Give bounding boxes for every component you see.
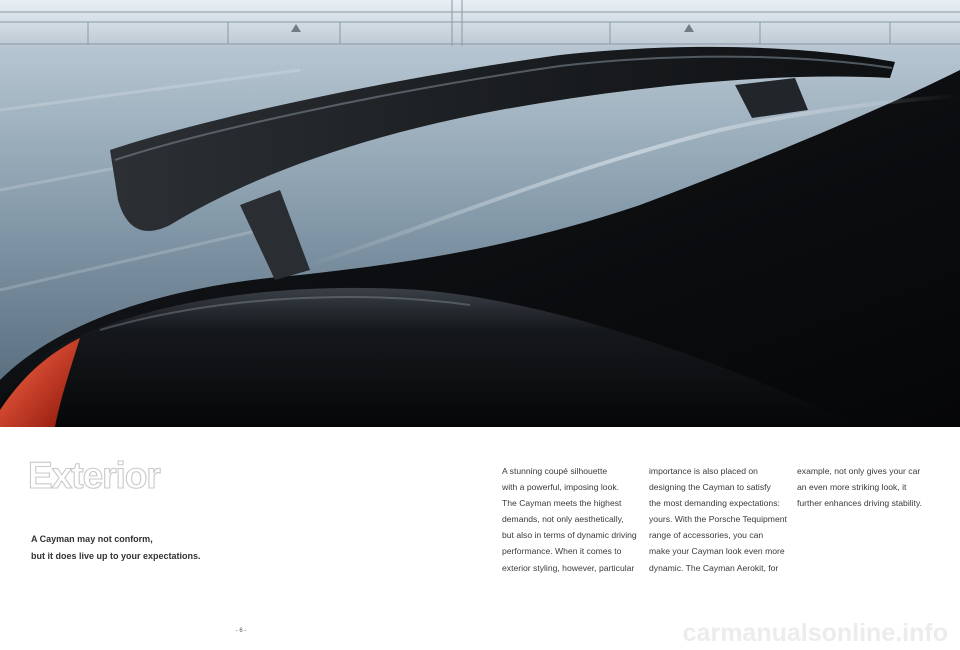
text-line: range of accessories, you can <box>649 530 764 541</box>
body-column-1: A stunning coupé silhouette with a power… <box>502 463 647 576</box>
hangar-wall <box>0 0 960 50</box>
text-line: demands, not only aesthetically, <box>502 514 624 525</box>
tagline: A Cayman may not conform, but it does li… <box>31 531 201 565</box>
text-line: the most demanding expectations: <box>649 498 780 509</box>
tagline-line-1: A Cayman may not conform, <box>31 534 153 544</box>
text-line: A stunning coupé silhouette <box>502 466 608 476</box>
text-line: make your Cayman look even more <box>649 546 785 557</box>
text-line: example, not only gives your car <box>797 466 921 476</box>
text-line: The Cayman meets the highest <box>502 498 622 509</box>
hero-image <box>0 0 960 427</box>
text-line: dynamic. The Cayman Aerokit, for <box>649 562 779 573</box>
body-column-3: example, not only gives your car an even… <box>797 463 942 511</box>
text-line: exterior styling, however, particular <box>502 562 635 573</box>
text-line: with a powerful, imposing look. <box>502 482 620 493</box>
section-heading: Exterior <box>27 454 161 496</box>
text-line: yours. With the Porsche Tequipment <box>649 514 787 525</box>
page-number: - 6 - <box>235 628 247 634</box>
text-line: but also in terms of dynamic driving <box>502 530 637 541</box>
tagline-line-2: but it does live up to your expectations… <box>31 551 201 561</box>
body-column-2: importance is also placed on designing t… <box>649 463 794 576</box>
text-line: performance. When it comes to <box>502 546 622 557</box>
text-line: an even more striking look, it <box>797 482 907 493</box>
text-line: importance is also placed on <box>649 466 758 476</box>
text-line: further enhances driving stability. <box>797 498 922 509</box>
text-line: designing the Cayman to satisfy <box>649 482 771 493</box>
watermark: carmanualsonline.info <box>682 619 948 647</box>
